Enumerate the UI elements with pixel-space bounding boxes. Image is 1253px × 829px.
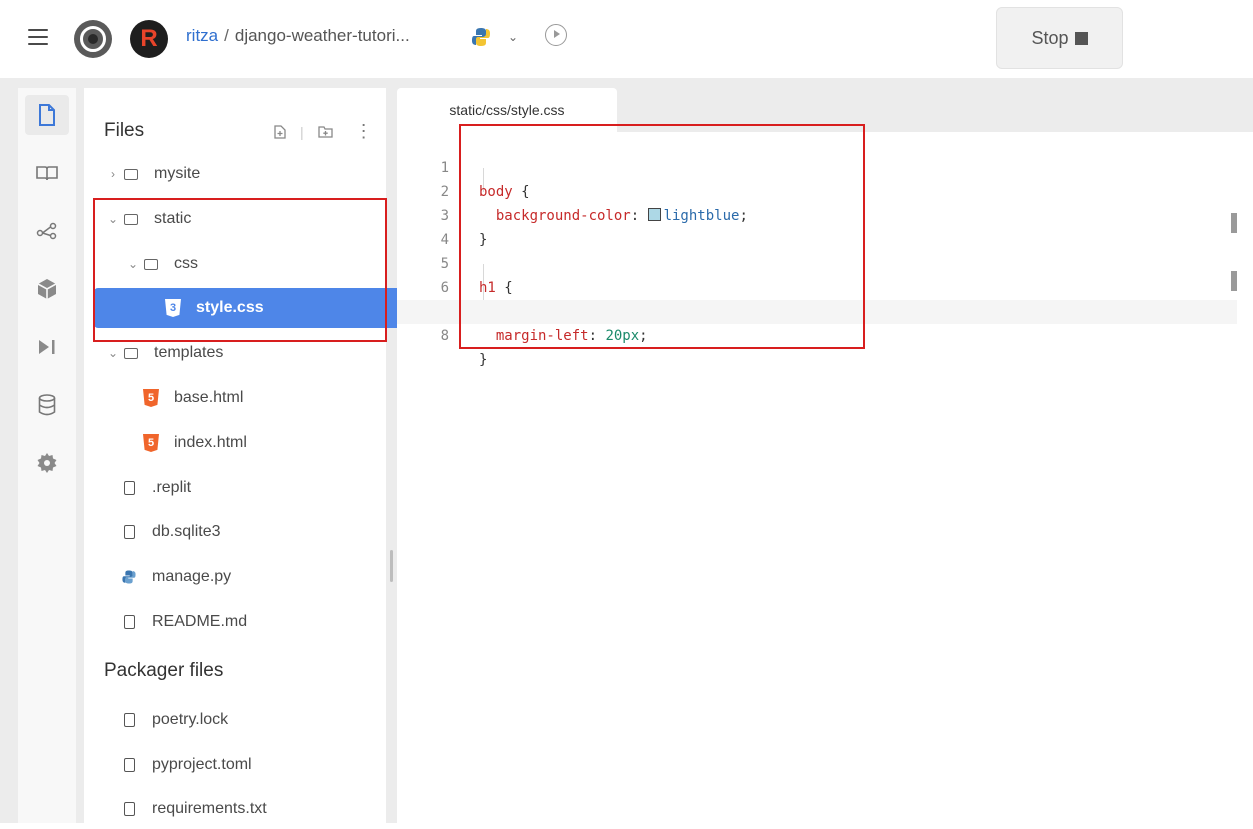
python-file-icon [118, 569, 140, 585]
tree-file-requirements-txt[interactable]: requirements.txt [84, 789, 420, 829]
html5-file-icon: 5 [140, 434, 162, 452]
docs-book-icon[interactable] [25, 153, 69, 193]
tree-file-poetry-lock[interactable]: poetry.lock [84, 700, 420, 740]
stop-square-icon [1074, 31, 1088, 45]
file-icon [118, 713, 140, 727]
file-icon [118, 615, 140, 629]
breadcrumb: ritza / django-weather-tutori... [186, 26, 410, 46]
tree-label: templates [154, 344, 224, 361]
repl-owner-link[interactable]: ritza [186, 26, 218, 45]
file-icon [118, 758, 140, 772]
stop-button[interactable]: Stop [996, 7, 1123, 69]
tree-label: index.html [174, 434, 247, 451]
code-text: } [479, 352, 488, 368]
folder-icon [120, 347, 142, 359]
chevron-right-icon[interactable]: › [106, 167, 120, 181]
highlight-box-code [459, 124, 865, 349]
line-number: 8 [440, 328, 449, 344]
tree-label: poetry.lock [152, 711, 229, 728]
file-icon [118, 525, 140, 539]
settings-gear-icon[interactable] [25, 443, 69, 483]
top-bar: R ritza / django-weather-tutori... ⌄ Stop [0, 0, 1253, 78]
hamburger-menu-icon[interactable] [28, 29, 48, 45]
tree-label: db.sqlite3 [152, 523, 221, 540]
tree-file-replit[interactable]: .replit [84, 468, 420, 508]
tree-label: README.md [152, 613, 248, 630]
chevron-down-icon[interactable]: ⌄ [508, 30, 518, 44]
version-control-icon[interactable] [25, 211, 69, 251]
tree-file-db-sqlite3[interactable]: db.sqlite3 [84, 512, 420, 552]
replit-logo-icon[interactable] [74, 20, 112, 58]
python-language-icon[interactable] [470, 26, 492, 48]
panel-resize-handle[interactable] [390, 550, 393, 582]
sidebar-rail [18, 88, 76, 823]
new-file-icon[interactable] [274, 124, 286, 139]
tree-file-manage-py[interactable]: manage.py [84, 557, 420, 597]
tree-file-base-html[interactable]: 5 base.html [84, 378, 442, 418]
tree-label: mysite [154, 165, 201, 182]
scrollbar-marker[interactable] [1231, 271, 1237, 291]
new-folder-icon[interactable] [317, 125, 333, 138]
user-avatar[interactable]: R [130, 20, 168, 58]
tree-file-index-html[interactable]: 5 index.html [84, 423, 442, 463]
files-icon[interactable] [25, 95, 69, 135]
debugger-icon[interactable] [25, 327, 69, 367]
tree-label: requirements.txt [152, 800, 267, 817]
tree-file-pyproject-toml[interactable]: pyproject.toml [84, 745, 420, 785]
file-icon [118, 802, 140, 816]
scrollbar-marker[interactable] [1231, 213, 1237, 233]
breadcrumb-separator: / [224, 26, 229, 45]
files-title: Files [104, 120, 145, 141]
packager-files-title: Packager files [104, 660, 224, 681]
repl-name[interactable]: django-weather-tutori... [235, 26, 410, 45]
folder-icon [120, 168, 142, 180]
packages-icon[interactable] [25, 269, 69, 309]
stop-label: Stop [1031, 27, 1069, 48]
files-actions: | ⋮ [274, 121, 373, 142]
action-divider: | [300, 123, 304, 140]
tree-label: base.html [174, 389, 244, 406]
chevron-down-icon[interactable]: ⌄ [106, 346, 120, 360]
tree-folder-mysite[interactable]: › mysite [84, 154, 408, 194]
history-icon[interactable] [545, 24, 567, 46]
database-icon[interactable] [25, 385, 69, 425]
highlight-box-file-tree [93, 198, 387, 342]
files-menu-kebab-icon[interactable]: ⋮ [355, 121, 373, 142]
tree-label: .replit [152, 479, 192, 496]
html5-file-icon: 5 [140, 389, 162, 407]
tree-file-readme-md[interactable]: README.md [84, 602, 420, 642]
tree-label: pyproject.toml [152, 756, 252, 773]
file-icon [118, 481, 140, 495]
tree-label: manage.py [152, 568, 232, 585]
